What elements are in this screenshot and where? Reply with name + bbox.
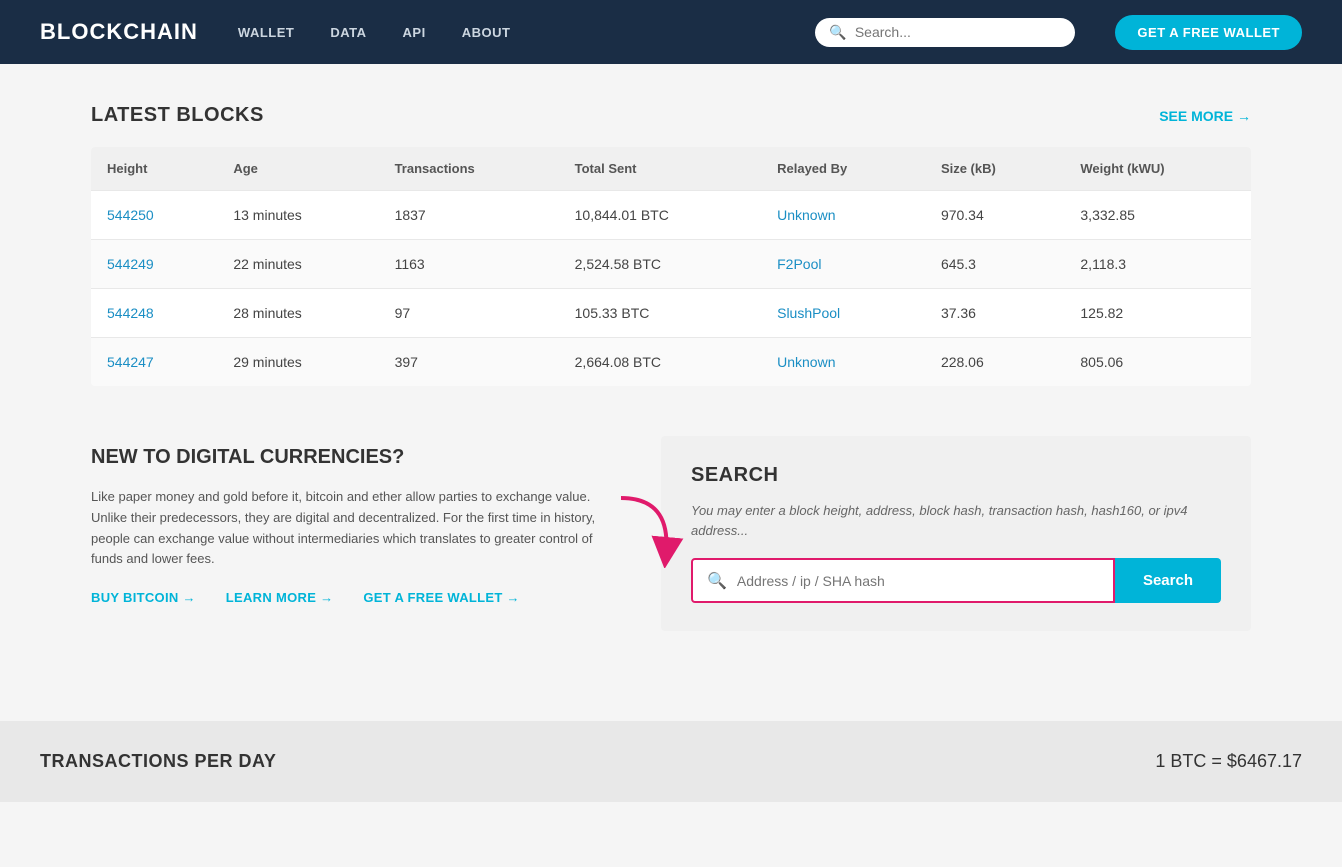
footer-btc-price: 1 BTC = $6467.17 [1155, 751, 1302, 772]
nav-links: WALLET DATA API ABOUT [238, 25, 776, 40]
brand-logo: BLOCKCHAIN [40, 19, 198, 45]
cell-total-sent: 10,844.01 BTC [559, 191, 761, 240]
search-box-row: 🔍 Search [691, 558, 1221, 603]
search-input[interactable] [737, 561, 1099, 601]
col-age: Age [217, 147, 378, 191]
cell-age: 22 minutes [217, 240, 378, 289]
cell-relayed-by: F2Pool [761, 240, 925, 289]
cell-size: 970.34 [925, 191, 1064, 240]
cell-weight: 125.82 [1064, 289, 1251, 338]
cell-weight: 2,118.3 [1064, 240, 1251, 289]
new-to-digital-title: NEW TO DIGITAL CURRENCIES? [91, 446, 621, 469]
cell-weight: 3,332.85 [1064, 191, 1251, 240]
height-link[interactable]: 544248 [107, 305, 154, 321]
cell-relayed-by: Unknown [761, 338, 925, 387]
lower-section: NEW TO DIGITAL CURRENCIES? Like paper mo… [91, 436, 1251, 631]
cell-relayed-by: Unknown [761, 191, 925, 240]
cell-size: 228.06 [925, 338, 1064, 387]
action-links: BUY BITCOIN → LEARN MORE → GET A FREE WA… [91, 590, 621, 605]
blocks-table-header: Height Age Transactions Total Sent Relay… [91, 147, 1251, 191]
cell-age: 13 minutes [217, 191, 378, 240]
cell-age: 29 minutes [217, 338, 378, 387]
search-title: SEARCH [691, 464, 1221, 487]
cell-transactions: 1837 [379, 191, 559, 240]
cell-transactions: 397 [379, 338, 559, 387]
cell-transactions: 97 [379, 289, 559, 338]
height-link[interactable]: 544250 [107, 207, 154, 223]
table-row: 544247 29 minutes 397 2,664.08 BTC Unkno… [91, 338, 1251, 387]
col-transactions: Transactions [379, 147, 559, 191]
latest-blocks-header: LATEST BLOCKS SEE MORE → [91, 104, 1251, 127]
nav-search-input[interactable] [855, 24, 1062, 40]
cell-total-sent: 105.33 BTC [559, 289, 761, 338]
cell-total-sent: 2,524.58 BTC [559, 240, 761, 289]
relayed-link[interactable]: F2Pool [777, 256, 821, 272]
cell-weight: 805.06 [1064, 338, 1251, 387]
relayed-link[interactable]: Unknown [777, 207, 835, 223]
new-to-digital-description: Like paper money and gold before it, bit… [91, 487, 621, 570]
see-more-link[interactable]: SEE MORE → [1159, 108, 1251, 124]
nav-api[interactable]: API [403, 25, 426, 40]
footer-bar: TRANSACTIONS PER DAY 1 BTC = $6467.17 [0, 721, 1342, 802]
main-content: LATEST BLOCKS SEE MORE → Height Age Tran… [71, 64, 1271, 671]
cell-total-sent: 2,664.08 BTC [559, 338, 761, 387]
nav-search-icon: 🔍 [829, 24, 846, 41]
table-row: 544249 22 minutes 1163 2,524.58 BTC F2Po… [91, 240, 1251, 289]
col-relayed-by: Relayed By [761, 147, 925, 191]
col-weight: Weight (kWU) [1064, 147, 1251, 191]
cell-height: 544250 [91, 191, 217, 240]
col-total-sent: Total Sent [559, 147, 761, 191]
get-free-wallet-link[interactable]: GET A FREE WALLET → [363, 590, 519, 605]
table-row: 544250 13 minutes 1837 10,844.01 BTC Unk… [91, 191, 1251, 240]
cell-height: 544249 [91, 240, 217, 289]
navbar: BLOCKCHAIN WALLET DATA API ABOUT 🔍 GET A… [0, 0, 1342, 64]
nav-about[interactable]: ABOUT [462, 25, 511, 40]
search-panel: SEARCH You may enter a block height, add… [661, 436, 1251, 631]
nav-data[interactable]: DATA [330, 25, 366, 40]
nav-search-box: 🔍 [815, 18, 1075, 47]
table-row: 544248 28 minutes 97 105.33 BTC SlushPoo… [91, 289, 1251, 338]
relayed-link[interactable]: Unknown [777, 354, 835, 370]
cell-size: 37.36 [925, 289, 1064, 338]
search-hint: You may enter a block height, address, b… [691, 501, 1221, 540]
relayed-link[interactable]: SlushPool [777, 305, 840, 321]
cell-height: 544248 [91, 289, 217, 338]
height-link[interactable]: 544249 [107, 256, 154, 272]
cell-age: 28 minutes [217, 289, 378, 338]
learn-more-link[interactable]: LEARN MORE → [226, 590, 334, 605]
blocks-table-body: 544250 13 minutes 1837 10,844.01 BTC Unk… [91, 191, 1251, 387]
height-link[interactable]: 544247 [107, 354, 154, 370]
latest-blocks-title: LATEST BLOCKS [91, 104, 264, 127]
cell-relayed-by: SlushPool [761, 289, 925, 338]
buy-bitcoin-link[interactable]: BUY BITCOIN → [91, 590, 196, 605]
blocks-table: Height Age Transactions Total Sent Relay… [91, 147, 1251, 386]
cell-transactions: 1163 [379, 240, 559, 289]
search-input-wrapper: 🔍 [691, 558, 1115, 603]
col-height: Height [91, 147, 217, 191]
nav-wallet[interactable]: WALLET [238, 25, 294, 40]
arrow-svg [611, 488, 691, 568]
search-icon: 🔍 [707, 571, 727, 591]
new-to-digital-panel: NEW TO DIGITAL CURRENCIES? Like paper mo… [91, 436, 621, 631]
footer-transactions-label: TRANSACTIONS PER DAY [40, 751, 276, 772]
search-button[interactable]: Search [1115, 558, 1221, 603]
cell-size: 645.3 [925, 240, 1064, 289]
nav-cta-button[interactable]: GET A FREE WALLET [1115, 15, 1302, 50]
col-size: Size (kB) [925, 147, 1064, 191]
cell-height: 544247 [91, 338, 217, 387]
